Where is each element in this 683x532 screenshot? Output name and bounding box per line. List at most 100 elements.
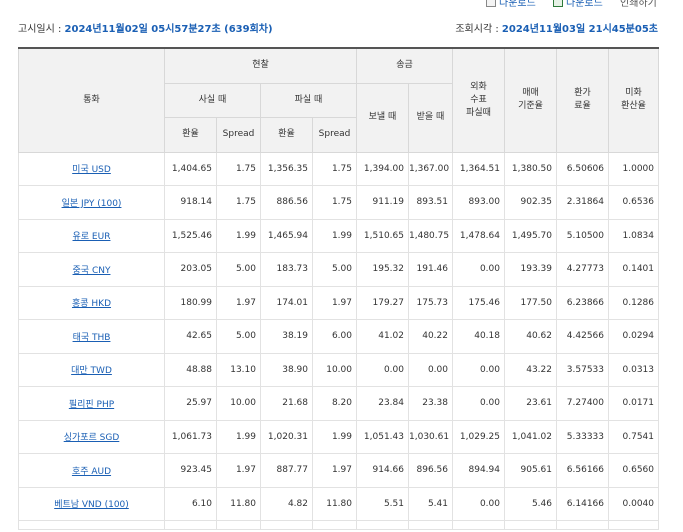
receive-cell: 191.46 xyxy=(408,252,453,287)
buy-rate-cell: 48.88 xyxy=(164,352,217,387)
currency-cell: 싱가포르 SGD xyxy=(18,419,165,454)
base-cell: 43.22 xyxy=(504,352,557,387)
sell-rate-cell: 887.77 xyxy=(260,453,313,488)
check-cell: 0.00 xyxy=(452,252,505,287)
sell-rate-cell: 174.01 xyxy=(260,285,313,320)
currency-cell: 베트남 VND (100) xyxy=(18,486,165,521)
buy-rate-cell: 923.45 xyxy=(164,453,217,488)
usd-cell: 1.0834 xyxy=(608,218,659,253)
conv-cell: 5.10500 xyxy=(556,218,609,253)
buy-spread-cell: 5.00 xyxy=(216,252,261,287)
excel-download-label: 다운로드 xyxy=(566,0,603,9)
check-cell: 1,478.64 xyxy=(452,218,505,253)
currency-link[interactable]: 대만 TWD xyxy=(71,366,112,376)
currency-link[interactable]: 태국 THB xyxy=(73,333,111,343)
header-sell-rate: 환율 xyxy=(260,116,313,153)
receive-cell: 893.51 xyxy=(408,185,453,220)
table-row: 싱가포르 SGD 1,061.73 1.99 1,020.31 1.99 1,051.43… xyxy=(18,419,659,454)
document-icon xyxy=(486,0,496,7)
currency-link[interactable]: 일본 JPY (100) xyxy=(62,199,122,209)
sell-spread-cell: 11.80 xyxy=(312,486,357,521)
empty-cell xyxy=(312,520,357,530)
receive-cell: 40.22 xyxy=(408,319,453,354)
table-row: 대만 TWD 48.88 13.10 38.90 10.00 0.00 0.00 0.00 43… xyxy=(18,352,659,387)
table-row: 유로 EUR 1,525.46 1.99 1,465.94 1.99 1,510.65 1,… xyxy=(18,218,659,253)
buy-spread-cell: 1.97 xyxy=(216,285,261,320)
currency-link[interactable]: 유로 EUR xyxy=(73,232,111,242)
conv-cell: 2.31864 xyxy=(556,185,609,220)
currency-cell: 대만 TWD xyxy=(18,352,165,387)
buy-rate-cell: 918.14 xyxy=(164,185,217,220)
sell-rate-cell: 1,465.94 xyxy=(260,218,313,253)
header-cash: 현찰 xyxy=(164,47,357,84)
base-cell: 5.46 xyxy=(504,486,557,521)
excel-download-button[interactable]: 다운로드 xyxy=(553,0,603,9)
buy-rate-cell: 180.99 xyxy=(164,285,217,320)
usd-cell: 0.0040 xyxy=(608,486,659,521)
base-cell: 902.35 xyxy=(504,185,557,220)
conv-cell: 4.42566 xyxy=(556,319,609,354)
notice-label: 고시일시 : xyxy=(18,24,62,35)
header-check-sell: 외화 수표 파실때 xyxy=(452,47,505,153)
header-conversion-rate: 환가 료율 xyxy=(556,47,609,153)
base-cell: 905.61 xyxy=(504,453,557,488)
buy-spread-cell: 1.75 xyxy=(216,185,261,220)
currency-link[interactable]: 미국 USD xyxy=(72,165,111,175)
send-cell: 1,394.00 xyxy=(356,151,409,186)
table-row: 일본 JPY (100) 918.14 1.75 886.56 1.75 911.19 89… xyxy=(18,185,659,220)
sell-rate-cell: 21.68 xyxy=(260,386,313,421)
header-currency: 통화 xyxy=(18,47,165,153)
currency-link[interactable]: 필리핀 PHP xyxy=(69,400,114,410)
send-cell: 914.66 xyxy=(356,453,409,488)
base-cell: 177.50 xyxy=(504,285,557,320)
query-datetime: 조회시각 : 2024년11월03일 21시45분05초 xyxy=(455,20,658,35)
buy-spread-cell: 13.10 xyxy=(216,352,261,387)
currency-link[interactable]: 베트남 VND (100) xyxy=(54,500,129,510)
currency-link[interactable]: 싱가포르 SGD xyxy=(64,433,120,443)
buy-rate-cell: 1,061.73 xyxy=(164,419,217,454)
currency-cell: 미국 USD xyxy=(18,151,165,186)
header-cash-buy: 사실 때 xyxy=(164,82,261,118)
base-cell: 1,041.02 xyxy=(504,419,557,454)
buy-rate-cell: 42.65 xyxy=(164,319,217,354)
buy-spread-cell: 10.00 xyxy=(216,386,261,421)
conv-cell: 6.23866 xyxy=(556,285,609,320)
conv-cell: 4.27773 xyxy=(556,252,609,287)
send-cell: 0.00 xyxy=(356,352,409,387)
download-button[interactable]: 다운로드 xyxy=(486,0,536,9)
receive-cell: 1,367.00 xyxy=(408,151,453,186)
receive-cell: 175.73 xyxy=(408,285,453,320)
sell-spread-cell: 5.00 xyxy=(312,252,357,287)
sell-rate-cell: 4.82 xyxy=(260,486,313,521)
currency-link[interactable]: 호주 AUD xyxy=(72,467,111,477)
header-send: 보낼 때 xyxy=(356,82,409,153)
currency-link[interactable]: 중국 CNY xyxy=(73,266,111,276)
exchange-rate-table: 통화 현찰 송금 외화 수표 파실때 매매 기준율 환가 료율 미화 환산율 사… xyxy=(18,47,659,530)
sell-spread-cell: 1.97 xyxy=(312,453,357,488)
check-cell: 1,029.25 xyxy=(452,419,505,454)
conv-cell: 7.27400 xyxy=(556,386,609,421)
buy-spread-cell: 5.00 xyxy=(216,319,261,354)
send-cell: 5.51 xyxy=(356,486,409,521)
notice-value: 2024년11월02일 05시57분27초 (639회차) xyxy=(64,24,273,35)
buy-rate-cell: 1,404.65 xyxy=(164,151,217,186)
query-label: 조회시각 : xyxy=(455,24,499,35)
base-cell: 1,380.50 xyxy=(504,151,557,186)
check-cell: 894.94 xyxy=(452,453,505,488)
empty-cell xyxy=(556,520,609,530)
sell-rate-cell: 886.56 xyxy=(260,185,313,220)
check-cell: 175.46 xyxy=(452,285,505,320)
currency-link[interactable]: 홍콩 HKD xyxy=(72,299,111,309)
buy-rate-cell: 6.10 xyxy=(164,486,217,521)
base-cell: 193.39 xyxy=(504,252,557,287)
print-button[interactable]: 인쇄하기 xyxy=(620,0,657,9)
receive-cell: 0.00 xyxy=(408,352,453,387)
header-remittance: 송금 xyxy=(356,47,453,84)
usd-cell: 0.6536 xyxy=(608,185,659,220)
currency-cell: 호주 AUD xyxy=(18,453,165,488)
usd-cell: 0.0171 xyxy=(608,386,659,421)
send-cell: 195.32 xyxy=(356,252,409,287)
sell-rate-cell: 183.73 xyxy=(260,252,313,287)
empty-cell xyxy=(260,520,313,530)
table-row-partial xyxy=(18,520,659,530)
